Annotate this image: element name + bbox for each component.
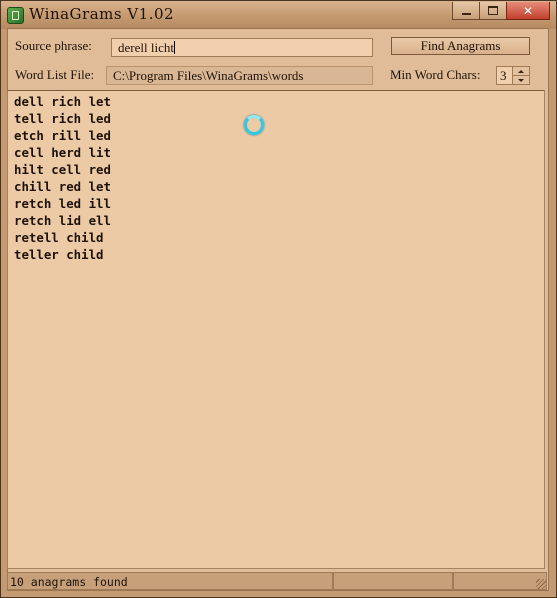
- list-item: hilt cell red: [14, 162, 111, 177]
- list-item: retell child: [14, 230, 104, 245]
- chevron-up-icon: [518, 69, 524, 73]
- status-segment-2: [333, 572, 453, 590]
- list-item: retch lid ell: [14, 213, 111, 228]
- window-title: WinaGrams V1.02: [29, 5, 175, 23]
- spin-up-button[interactable]: [513, 67, 529, 75]
- busy-cursor-icon: [244, 115, 264, 135]
- min-word-chars-label: Min Word Chars:: [390, 67, 481, 82]
- spinner-buttons: [512, 67, 529, 84]
- list-item: dell rich let: [14, 94, 111, 109]
- source-phrase-value: derell licht: [118, 40, 174, 55]
- close-icon: ✕: [522, 3, 534, 18]
- close-button[interactable]: ✕: [506, 2, 550, 20]
- caption-buttons: ✕: [452, 2, 550, 20]
- list-item: etch rill led: [14, 128, 111, 143]
- min-word-chars-value: 3: [500, 68, 507, 83]
- minimize-icon: [461, 12, 471, 15]
- maximize-icon: [488, 6, 498, 15]
- title-bar[interactable]: WinaGrams V1.02 ✕: [1, 1, 556, 29]
- source-phrase-input[interactable]: derell licht: [111, 38, 373, 57]
- maximize-button[interactable]: [479, 2, 507, 20]
- status-segment-main: 10 anagrams found: [7, 572, 333, 590]
- source-phrase-label: Source phrase:: [15, 38, 92, 53]
- minimize-button[interactable]: [452, 2, 480, 20]
- resize-grip-icon[interactable]: [536, 579, 546, 589]
- chevron-down-icon: [518, 78, 524, 82]
- spin-down-button[interactable]: [513, 75, 529, 84]
- status-text: 10 anagrams found: [10, 575, 128, 589]
- status-segment-3: [453, 572, 547, 590]
- text-cursor: [173, 41, 175, 54]
- list-item: retch led ill: [14, 196, 111, 211]
- list-item: tell rich led: [14, 111, 111, 126]
- results-list[interactable]: dell rich let tell rich led etch rill le…: [7, 90, 545, 569]
- list-item: cell herd lit: [14, 145, 111, 160]
- status-bar: 10 anagrams found: [7, 572, 547, 590]
- list-item: chill red let: [14, 179, 111, 194]
- word-list-file-field: C:\Program Files\WinaGrams\words: [106, 66, 373, 85]
- winagrams-app-icon[interactable]: [7, 7, 24, 24]
- min-word-chars-spinner[interactable]: 3: [496, 66, 530, 85]
- word-list-file-label: Word List File:: [15, 67, 95, 82]
- list-item: teller child: [14, 247, 104, 262]
- find-anagrams-button[interactable]: Find Anagrams: [391, 37, 530, 55]
